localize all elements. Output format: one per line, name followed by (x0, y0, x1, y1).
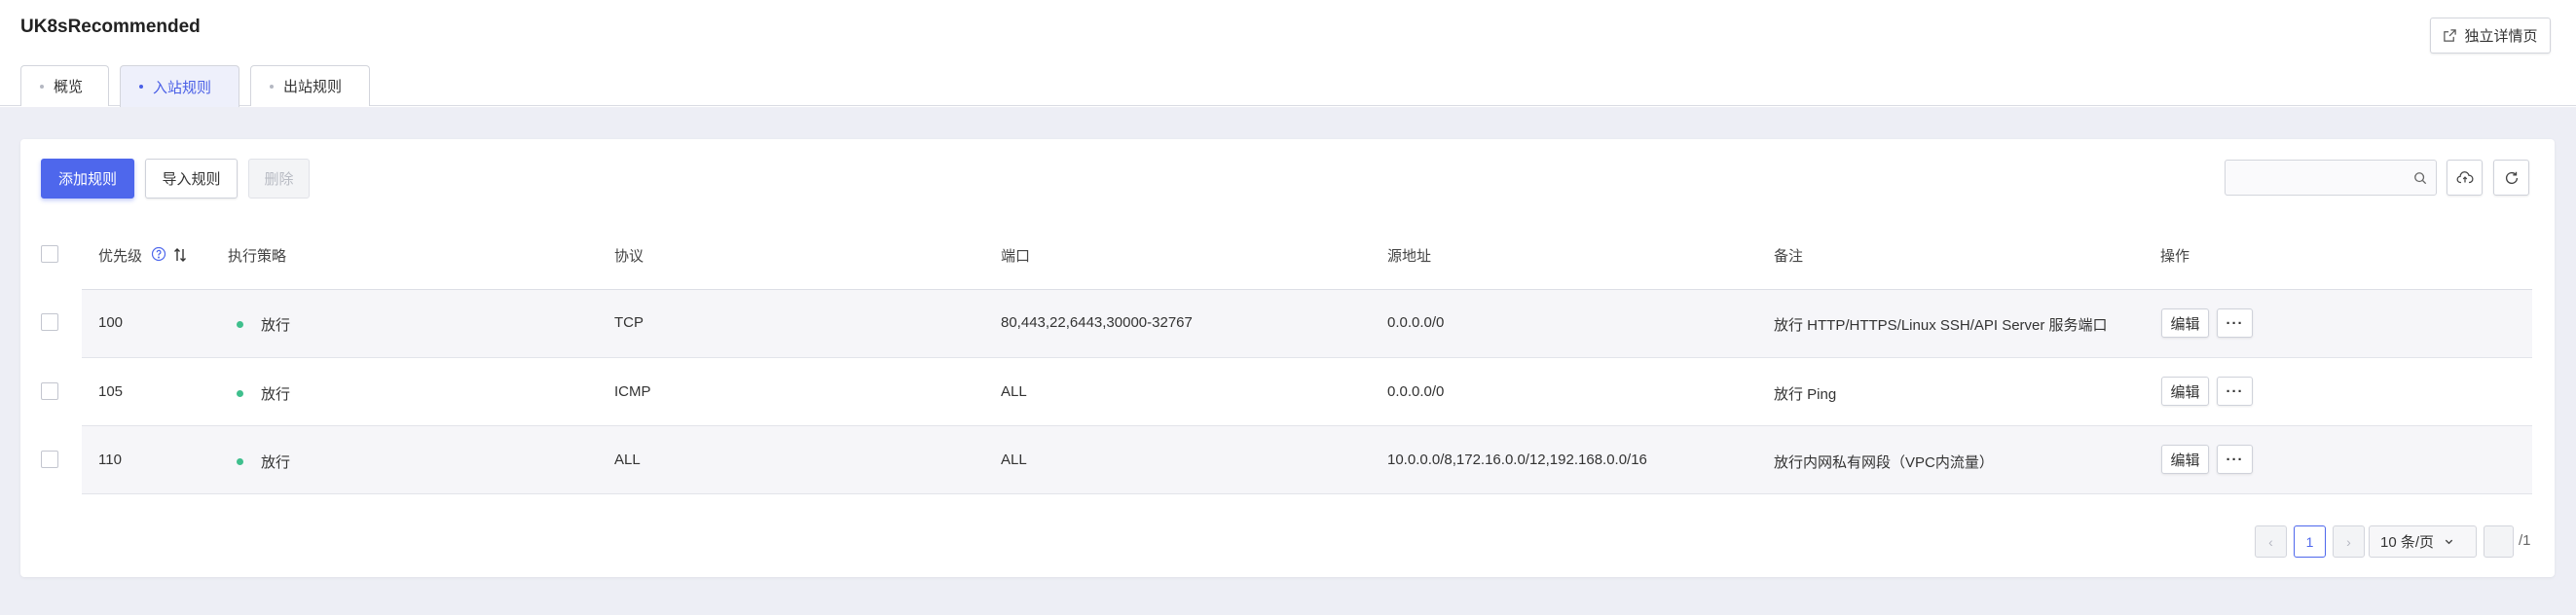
external-link-icon (2444, 29, 2457, 42)
page-jump-input[interactable] (2484, 525, 2514, 558)
priority-header-label: 优先级 (98, 248, 143, 265)
standalone-detail-label: 独立详情页 (2464, 28, 2538, 45)
tab-outbound-label: 出站规则 (283, 79, 343, 95)
column-header-port: 端口 (1001, 248, 1031, 265)
search-icon[interactable] (2413, 171, 2427, 185)
status-allow-icon (237, 390, 243, 397)
page-header: UK8sRecommended 独立详情页 概览 入站规则 出站规则 (0, 0, 2576, 107)
tab-inbound-rules[interactable]: 入站规则 (120, 65, 239, 107)
tab-inbound-label: 入站规则 (153, 79, 212, 96)
cell-protocol: ICMP (614, 383, 651, 400)
page-1-button[interactable]: 1 (2294, 525, 2326, 558)
search-input[interactable] (2226, 161, 2401, 195)
page-size-select[interactable]: 10 条/页 (2369, 525, 2477, 558)
more-actions-button[interactable]: ··· (2217, 308, 2253, 338)
tab-outbound-rules[interactable]: 出站规则 (250, 65, 370, 106)
cell-policy: 放行 (261, 386, 291, 403)
tab-overview-label: 概览 (54, 79, 84, 95)
status-allow-icon (237, 458, 243, 465)
add-rule-button[interactable]: 添加规则 (41, 159, 134, 199)
cell-source: 10.0.0.0/8,172.16.0.0/12,192.168.0.0/16 (1387, 452, 1647, 468)
cell-protocol: ALL (614, 452, 641, 468)
row-checkbox[interactable] (41, 451, 58, 468)
select-all-checkbox[interactable] (41, 245, 58, 263)
cell-remark: 放行内网私有网段（VPC内流量） (1774, 454, 1994, 471)
column-header-source: 源地址 (1387, 248, 1432, 265)
download-button[interactable] (2447, 160, 2483, 196)
cell-port: ALL (1001, 452, 1027, 468)
more-actions-button[interactable]: ··· (2217, 445, 2253, 474)
column-header-priority: 优先级 (98, 245, 142, 266)
cell-priority: 110 (98, 452, 122, 468)
sort-icon[interactable] (173, 247, 187, 263)
refresh-icon (2505, 171, 2518, 184)
page-size-label: 10 条/页 (2380, 534, 2435, 551)
delete-button[interactable]: 删除 (248, 159, 310, 199)
status-allow-icon (237, 321, 243, 328)
cell-remark: 放行 Ping (1774, 386, 1837, 403)
chevron-down-icon (2445, 539, 2453, 545)
standalone-detail-button[interactable]: 独立详情页 (2430, 18, 2551, 54)
search-box (2225, 160, 2437, 196)
tab-overview[interactable]: 概览 (20, 65, 109, 106)
cell-priority: 105 (98, 383, 124, 400)
cell-source: 0.0.0.0/0 (1387, 314, 1445, 331)
column-header-policy: 执行策略 (228, 248, 287, 265)
next-page-button[interactable]: › (2333, 525, 2365, 558)
cell-priority: 100 (98, 314, 124, 331)
cell-port: 80,443,22,6443,30000-32767 (1001, 314, 1193, 331)
help-icon[interactable] (151, 246, 166, 262)
edit-button[interactable]: 编辑 (2161, 377, 2209, 406)
import-rule-button[interactable]: 导入规则 (145, 159, 238, 199)
cell-protocol: TCP (614, 314, 644, 331)
row-checkbox[interactable] (41, 382, 58, 400)
cloud-download-icon (2456, 170, 2473, 183)
tab-dot-icon (139, 85, 143, 89)
cell-policy: 放行 (261, 317, 291, 334)
row-checkbox[interactable] (41, 313, 58, 331)
prev-page-button[interactable]: ‹ (2255, 525, 2287, 558)
cell-source: 0.0.0.0/0 (1387, 383, 1445, 400)
page-title: UK8sRecommended (20, 17, 201, 37)
column-header-remark: 备注 (1774, 248, 1804, 265)
refresh-button[interactable] (2493, 160, 2529, 196)
tab-dot-icon (40, 84, 44, 89)
tab-dot-icon (270, 84, 274, 89)
cell-remark: 放行 HTTP/HTTPS/Linux SSH/API Server 服务端口 (1774, 317, 2108, 334)
column-header-protocol: 协议 (614, 248, 644, 265)
edit-button[interactable]: 编辑 (2161, 445, 2209, 474)
cell-port: ALL (1001, 383, 1027, 400)
cell-policy: 放行 (261, 454, 291, 471)
column-header-actions: 操作 (2160, 248, 2190, 265)
more-actions-button[interactable]: ··· (2217, 377, 2253, 406)
total-pages: /1 (2519, 532, 2531, 549)
edit-button[interactable]: 编辑 (2161, 308, 2209, 338)
